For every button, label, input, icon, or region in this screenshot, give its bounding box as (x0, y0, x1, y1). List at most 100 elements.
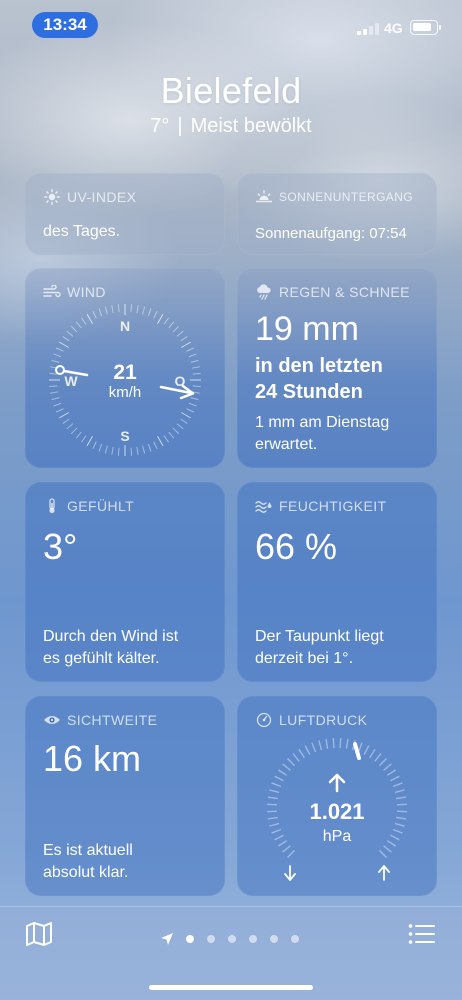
sunset-title: SONNENUNTERGANG (279, 190, 414, 204)
current-condition: Meist bewölkt (190, 115, 312, 137)
rain-period-line2: 24 Stunden (255, 381, 363, 403)
compass-tick (130, 304, 133, 313)
gauge-tick (267, 803, 278, 806)
gauge-tick (363, 745, 370, 755)
humidity-title: FEUCHTIGKEIT (279, 498, 387, 514)
compass-tick (70, 427, 78, 435)
compass-tick (62, 418, 70, 425)
compass-tick (80, 317, 87, 325)
gauge-tick (374, 753, 382, 762)
cloud-rain-icon (255, 284, 273, 300)
page-dot[interactable] (186, 935, 194, 943)
map-button[interactable] (24, 921, 56, 949)
compass-tick (75, 321, 82, 329)
compass-tick (181, 341, 192, 348)
compass-tick (92, 441, 97, 450)
compass-tick (70, 325, 78, 333)
city-list-button[interactable] (408, 923, 436, 947)
rain-period-line1: in den letzten (255, 355, 383, 377)
visibility-value: 16 km (43, 738, 142, 779)
compass-tick (130, 447, 133, 456)
gauge-tick (267, 810, 278, 813)
compass-south: S (120, 428, 129, 444)
pressure-gauge: 1.021 hPa (267, 738, 407, 881)
gauge-tick (396, 796, 407, 800)
gauge-tick (339, 738, 342, 749)
page-dot[interactable] (207, 935, 215, 943)
compass-tick (51, 359, 60, 363)
pressure-low-arrow-icon (284, 865, 296, 881)
compass-tick (50, 391, 59, 394)
gauge-tick (287, 758, 296, 767)
rain-forecast-line1: 1 mm am Dienstag (255, 414, 390, 431)
compass-tick (157, 313, 164, 324)
gauge-tick (271, 782, 282, 788)
home-indicator[interactable] (149, 985, 313, 990)
gauge-tick (287, 849, 296, 858)
feels-like-card[interactable]: GEFÜHLT 3° Durch den Wind ist es gefühlt… (25, 482, 225, 682)
rain-title: REGEN & SCHNEE (279, 284, 410, 300)
compass-tick (53, 402, 62, 407)
weather-summary: 7° | Meist bewölkt (0, 115, 462, 138)
gauge-tick (392, 782, 403, 788)
gauge-tick (311, 742, 317, 753)
gauge-tick (345, 738, 349, 749)
page-indicator[interactable] (160, 932, 312, 946)
humidity-icon (255, 498, 273, 514)
page-dot[interactable] (291, 935, 299, 943)
feels-like-header: GEFÜHLT (43, 498, 134, 514)
page-dot[interactable] (249, 935, 257, 943)
feels-like-value: 3° (43, 526, 78, 567)
compass-tick (58, 341, 69, 348)
compass-tick (75, 431, 82, 439)
compass-tick (117, 304, 120, 313)
compass-tick (176, 330, 184, 337)
compass-tick (104, 306, 108, 315)
pressure-needle (353, 742, 361, 760)
compass-tick (142, 306, 146, 315)
compass-tick (49, 372, 58, 375)
uv-index-header: UV-INDEX (43, 189, 136, 205)
battery-icon (410, 20, 441, 35)
compass-tick (86, 436, 93, 447)
gauge-tick (282, 763, 291, 771)
page-dot[interactable] (228, 935, 236, 943)
feels-like-title: GEFÜHLT (67, 498, 135, 514)
gauge-tick (267, 816, 278, 820)
sunset-icon (255, 189, 273, 205)
compass-tick (168, 431, 175, 439)
compass-tick (111, 446, 114, 455)
wind-compass: N S W O 21 km/h (49, 304, 201, 456)
status-bar: 13:34 4G (0, 0, 462, 52)
compass-tick (92, 310, 97, 319)
gauge-tick (390, 834, 400, 841)
summary-separator: | (177, 115, 183, 137)
gauge-tick (394, 789, 405, 794)
compass-tick (147, 308, 152, 317)
page-dot[interactable] (270, 935, 278, 943)
humidity-card[interactable]: FEUCHTIGKEIT 66 % Der Taupunkt liegt der… (237, 482, 437, 682)
compass-tick (180, 418, 188, 425)
gauge-tick (378, 849, 387, 858)
wind-card[interactable]: WIND N S W O 21 km/h (25, 268, 225, 468)
compass-tick (190, 397, 199, 401)
compass-tick (172, 325, 180, 333)
cellular-signal-icon (357, 23, 379, 35)
bottom-toolbar (0, 906, 462, 1000)
compass-tick (188, 402, 197, 407)
sunset-card[interactable]: SONNENUNTERGANG Sonnenaufgang: 07:54 (237, 173, 437, 255)
compass-north: N (120, 318, 130, 334)
visibility-card[interactable]: SICHTWEITE 16 km Es ist aktuell absolut … (25, 696, 225, 896)
compass-tick (136, 446, 139, 455)
compass-tick (186, 408, 195, 413)
rain-snow-card[interactable]: REGEN & SCHNEE 19 mm in den letzten 24 S… (237, 268, 437, 468)
pressure-card[interactable]: LUFTDRUCK 1.021 hPa (237, 696, 437, 896)
uv-index-card[interactable]: UV-INDEX des Tages. (25, 173, 225, 255)
status-time[interactable]: 13:34 (32, 12, 98, 38)
gauge-tick (386, 769, 397, 776)
compass-tick (192, 385, 201, 388)
gauge-tick (383, 845, 392, 853)
wind-unit: km/h (109, 384, 142, 401)
compass-tick (191, 366, 200, 369)
feels-like-text-line1: Durch den Wind ist (43, 628, 179, 645)
